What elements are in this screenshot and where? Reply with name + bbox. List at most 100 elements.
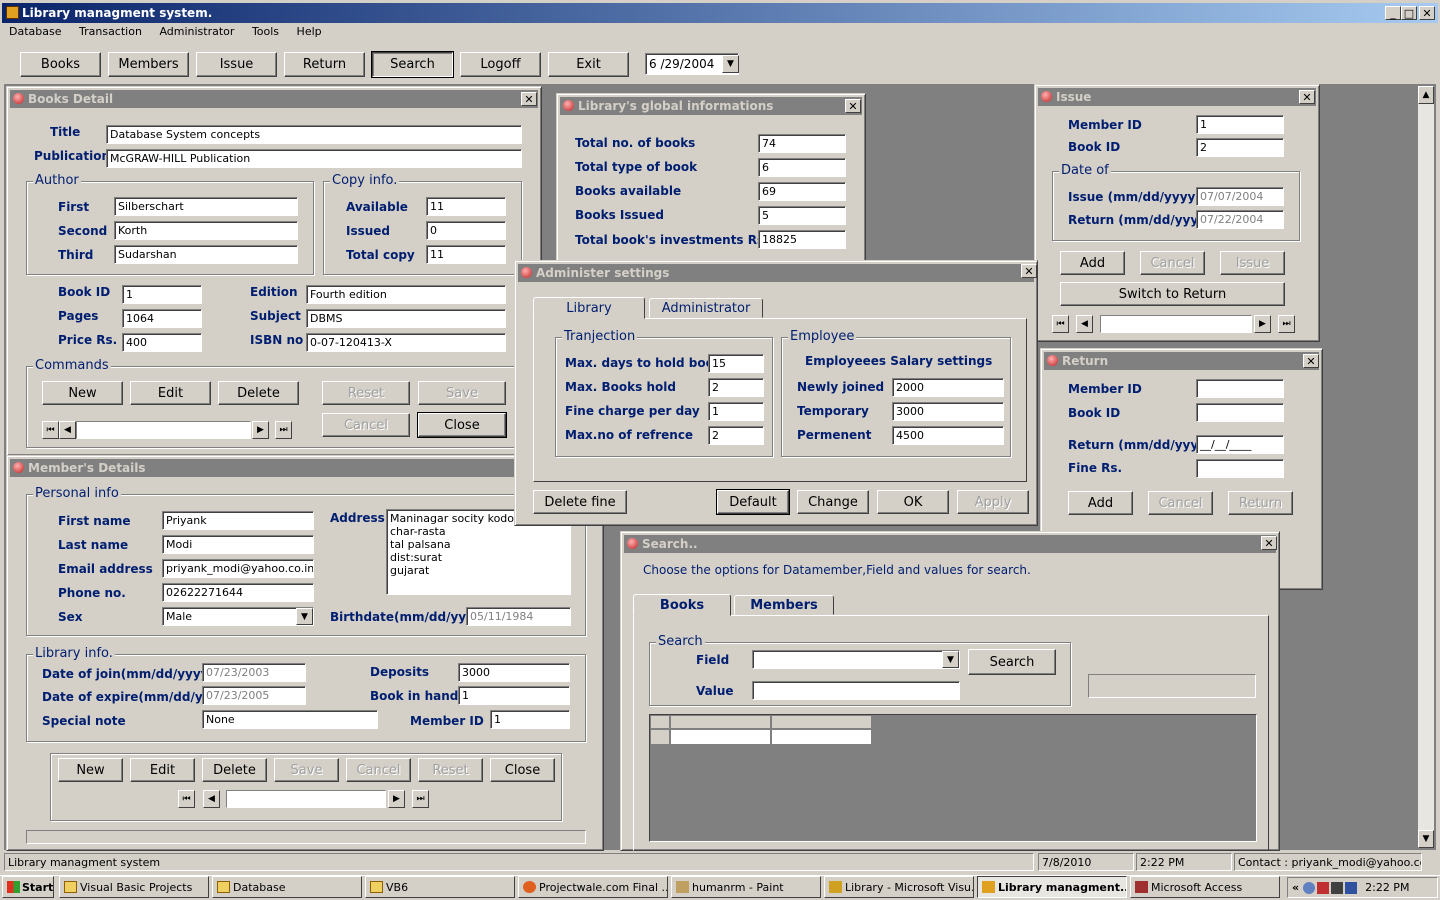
member-delete-button[interactable]: Delete: [202, 758, 267, 782]
taskbar-item-database[interactable]: Database: [212, 876, 362, 898]
return-return-button[interactable]: Return: [1228, 491, 1293, 515]
price-field[interactable]: 400: [122, 333, 202, 352]
default-button[interactable]: Default: [716, 489, 790, 515]
taskbar-item-paint[interactable]: humanrm - Paint: [671, 876, 821, 898]
issue-button[interactable]: Issue: [196, 52, 277, 77]
menu-transaction[interactable]: Transaction: [79, 25, 142, 38]
next-record-icon[interactable]: ▶: [1254, 315, 1271, 333]
total-type-field[interactable]: 6: [758, 158, 846, 177]
change-button[interactable]: Change: [797, 490, 869, 514]
max-days-field[interactable]: 15: [708, 354, 764, 373]
return-member-id-field[interactable]: [1196, 379, 1284, 398]
grid-row-header[interactable]: [650, 729, 670, 745]
scroll-down-icon[interactable]: ▼: [1418, 830, 1434, 848]
chevron-down-icon[interactable]: ▼: [296, 608, 313, 625]
max-reference-field[interactable]: 2: [708, 426, 764, 445]
close-icon[interactable]: ✕: [1303, 354, 1319, 368]
first-record-icon[interactable]: ⏮: [178, 790, 195, 808]
date-dropdown-icon[interactable]: ▼: [722, 55, 739, 73]
subject-field[interactable]: DBMS: [306, 309, 506, 328]
fine-charge-field[interactable]: 1: [708, 402, 764, 421]
close-icon[interactable]: ✕: [845, 99, 861, 113]
book-close-button[interactable]: Close: [417, 412, 507, 438]
tab-library[interactable]: Library: [533, 297, 645, 319]
email-field[interactable]: priyank_modi@yahoo.co.in: [162, 559, 314, 578]
logoff-button[interactable]: Logoff: [460, 52, 541, 77]
member-new-button[interactable]: New: [58, 758, 123, 782]
chevron-down-icon[interactable]: ▼: [942, 651, 959, 668]
grid-column-header[interactable]: [771, 715, 872, 729]
tray-icon[interactable]: [1345, 881, 1358, 894]
issue-date-field[interactable]: 07/07/2004: [1196, 187, 1284, 206]
book-in-hand-field[interactable]: 1: [458, 686, 570, 705]
books-issued-field[interactable]: 5: [758, 206, 846, 225]
issue-book-id-field[interactable]: 2: [1196, 138, 1284, 157]
record-scroller[interactable]: [226, 790, 386, 808]
grid-column-header[interactable]: [670, 715, 771, 729]
prev-record-icon[interactable]: ◀: [1076, 315, 1093, 333]
tab-books[interactable]: Books: [633, 594, 731, 616]
book-reset-button[interactable]: Reset: [322, 381, 410, 405]
phone-field[interactable]: 02622271644: [162, 583, 314, 602]
field-select[interactable]: [752, 650, 960, 669]
grid-cell[interactable]: [771, 729, 872, 745]
return-date-field[interactable]: __/__/____: [1196, 435, 1284, 454]
return-book-id-field[interactable]: [1196, 403, 1284, 422]
permanent-field[interactable]: 4500: [892, 426, 1004, 445]
grid-cell[interactable]: [670, 729, 771, 745]
newly-joined-field[interactable]: 2000: [892, 378, 1004, 397]
deposits-field[interactable]: 3000: [458, 663, 570, 682]
third-author-field[interactable]: Sudarshan: [114, 245, 298, 264]
member-edit-button[interactable]: Edit: [130, 758, 195, 782]
delete-fine-button[interactable]: Delete fine: [533, 490, 627, 514]
issue-add-button[interactable]: Add: [1060, 251, 1125, 275]
record-scroller[interactable]: [1100, 315, 1252, 333]
close-icon[interactable]: ✕: [1021, 264, 1037, 278]
book-save-button[interactable]: Save: [418, 381, 506, 405]
switch-to-return-button[interactable]: Switch to Return: [1060, 282, 1285, 306]
taskbar-item-vb6[interactable]: VB6: [365, 876, 515, 898]
value-input[interactable]: [752, 681, 960, 700]
menu-administrator[interactable]: Administrator: [159, 25, 234, 38]
member-cancel-button[interactable]: Cancel: [346, 758, 411, 782]
books-available-field[interactable]: 69: [758, 182, 846, 201]
temporary-field[interactable]: 3000: [892, 402, 1004, 421]
search-submit-button[interactable]: Search: [968, 649, 1056, 675]
record-scroller[interactable]: [76, 421, 251, 439]
next-record-icon[interactable]: ▶: [388, 790, 405, 808]
birthdate-field[interactable]: 05/11/1984: [466, 607, 571, 626]
member-close-button[interactable]: Close: [490, 758, 555, 782]
minimize-button[interactable]: _: [1385, 6, 1401, 20]
first-record-icon[interactable]: ⏮: [42, 421, 59, 439]
return-date-field[interactable]: 07/22/2004: [1196, 210, 1284, 229]
first-record-icon[interactable]: ⏮: [1052, 315, 1069, 333]
available-field[interactable]: 11: [426, 197, 506, 216]
fine-field[interactable]: [1196, 459, 1284, 478]
member-id-field[interactable]: 1: [490, 710, 570, 729]
book-edit-button[interactable]: Edit: [130, 381, 211, 405]
first-name-field[interactable]: Priyank: [162, 511, 314, 530]
max-books-field[interactable]: 2: [708, 378, 764, 397]
apply-button[interactable]: Apply: [957, 490, 1029, 514]
issue-member-id-field[interactable]: 1: [1196, 115, 1284, 134]
book-new-button[interactable]: New: [42, 381, 123, 405]
join-date-field[interactable]: 07/23/2003: [202, 663, 306, 682]
book-delete-button[interactable]: Delete: [218, 381, 299, 405]
isbn-field[interactable]: 0-07-120413-X: [306, 333, 506, 352]
scroll-up-icon[interactable]: ▲: [1418, 86, 1434, 104]
edition-field[interactable]: Fourth edition: [306, 285, 506, 304]
special-note-field[interactable]: None: [202, 710, 378, 729]
publication-field[interactable]: McGRAW-HILL Publication: [106, 149, 522, 168]
exit-button[interactable]: Exit: [548, 52, 629, 77]
return-button[interactable]: Return: [284, 52, 365, 77]
last-record-icon[interactable]: ⏭: [412, 790, 429, 808]
tab-administrator[interactable]: Administrator: [649, 298, 763, 318]
results-grid[interactable]: [649, 714, 1257, 842]
tray-icon[interactable]: [1317, 881, 1330, 894]
close-window-button[interactable]: ✕: [1419, 6, 1435, 20]
prev-record-icon[interactable]: ◀: [59, 421, 76, 439]
close-icon[interactable]: ✕: [521, 92, 537, 106]
next-record-icon[interactable]: ▶: [252, 421, 269, 439]
start-button[interactable]: Start: [2, 876, 54, 898]
prev-record-icon[interactable]: ◀: [203, 790, 220, 808]
